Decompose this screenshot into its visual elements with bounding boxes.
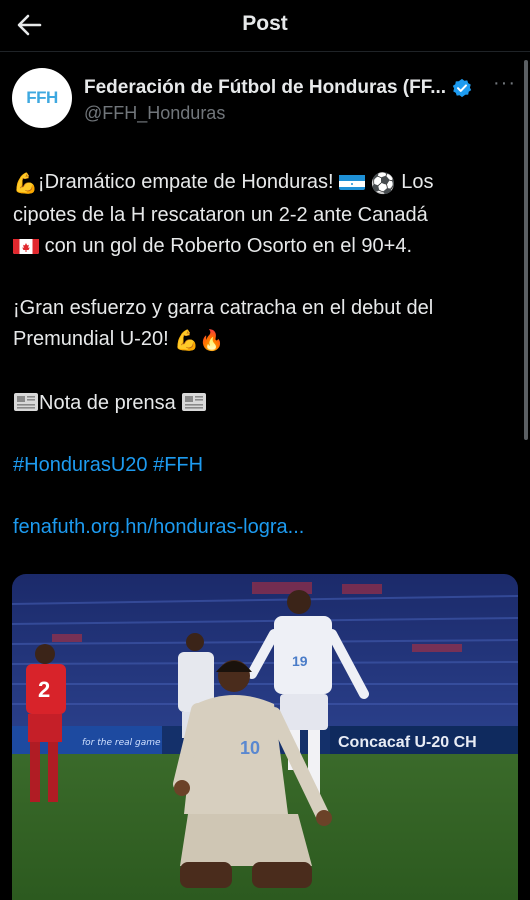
text-segment: Premundial U-20! <box>13 328 169 350</box>
text-line: con un gol de Roberto Osorto en el 90+4. <box>13 231 508 262</box>
post-text: 💪¡Dramático empate de Honduras! ⚽ Los ci… <box>13 167 508 543</box>
text-line: 💪¡Dramático empate de Honduras! ⚽ Los <box>13 167 508 200</box>
newspaper-icon <box>181 391 207 413</box>
author-handle[interactable]: @FFH_Honduras <box>84 103 225 124</box>
post: FFH Federación de Fútbol de Honduras (FF… <box>0 52 530 900</box>
text-segment: con un gol de Roberto Osorto en el 90+4. <box>44 235 413 257</box>
ad-board-text: Concacaf U-20 CH <box>338 734 477 751</box>
soccer-celebration-photo: for the real game Concacaf U-20 CH 2 19 … <box>12 574 518 900</box>
jersey-number: 10 <box>240 738 260 758</box>
newspaper-icon <box>13 391 39 413</box>
jersey-number: 2 <box>38 677 50 702</box>
text-segment: Los <box>401 171 434 193</box>
text-segment: Nota de prensa <box>39 392 176 414</box>
ad-board-small-text: for the real game <box>82 738 161 748</box>
verified-badge-icon <box>452 78 472 98</box>
jersey-number: 19 <box>292 653 308 669</box>
fire-icon: 🔥 <box>199 330 224 352</box>
scrollbar[interactable] <box>524 60 528 440</box>
canada-flag-icon <box>13 236 39 254</box>
flexed-biceps-icon: 💪 <box>174 330 200 352</box>
hashtags-link[interactable]: #HondurasU20 #FFH <box>13 450 508 481</box>
author-display-name[interactable]: Federación de Fútbol de Honduras (FF... <box>84 77 446 99</box>
page-title: Post <box>242 12 288 35</box>
avatar[interactable]: FFH <box>12 68 72 128</box>
avatar-logo: FFH <box>26 88 58 107</box>
article-link[interactable]: fenafuth.org.hn/honduras-logra... <box>13 512 508 543</box>
post-photo[interactable]: for the real game Concacaf U-20 CH 2 19 … <box>12 574 518 900</box>
text-line: Premundial U-20! 💪🔥 <box>13 324 508 357</box>
text-line: cipotes de la H rescataron un 2-2 ante C… <box>13 204 428 226</box>
soccer-ball-icon: ⚽ <box>370 173 396 195</box>
top-bar: Post <box>0 0 530 52</box>
more-options-icon[interactable]: ··· <box>493 73 516 93</box>
text-line: Nota de prensa <box>13 388 508 419</box>
text-segment: ¡Dramático empate de Honduras! <box>37 171 334 193</box>
honduras-flag-icon <box>339 172 366 190</box>
text-line: ¡Gran esfuerzo y garra catracha en el de… <box>13 297 434 319</box>
flexed-biceps-icon: 💪 <box>13 173 38 195</box>
author-name-row: Federación de Fútbol de Honduras (FF... <box>84 76 472 100</box>
